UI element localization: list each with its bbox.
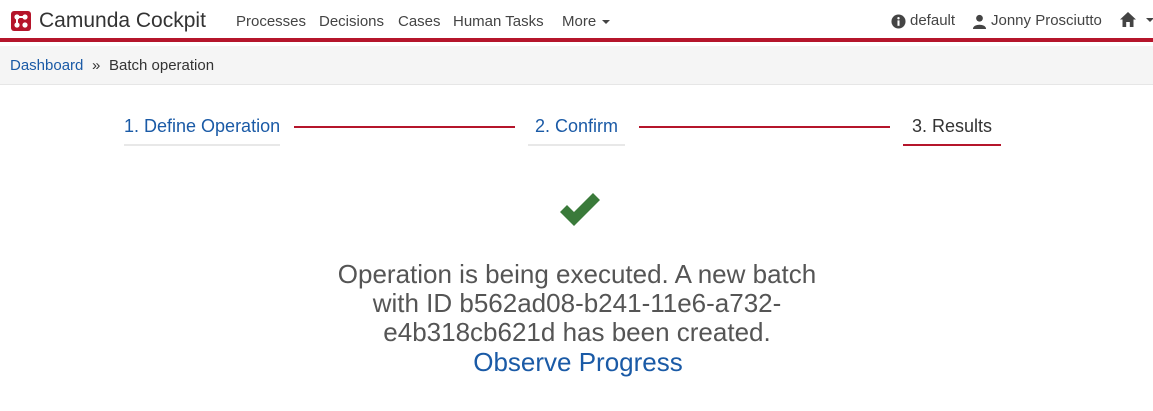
caret-down-icon <box>1146 17 1153 22</box>
user-name: Jonny Prosciutto <box>991 12 1102 29</box>
brand-title: Camunda Cockpit <box>39 9 206 32</box>
step-results: 3. Results <box>903 115 1002 146</box>
nav-cases[interactable]: Cases <box>398 13 441 31</box>
nav-processes[interactable]: Processes <box>236 13 306 31</box>
home-icon <box>1120 12 1136 27</box>
result-message: Operation is being executed. A new batch… <box>337 259 817 347</box>
breadcrumb-current: Batch operation <box>109 57 215 74</box>
top-navbar: Camunda Cockpit Processes Decisions Case… <box>0 0 1153 42</box>
nav-human-tasks[interactable]: Human Tasks <box>453 13 544 31</box>
nav-more-dropdown[interactable]: More <box>562 13 611 31</box>
caret-down-icon <box>602 20 611 25</box>
step-confirm[interactable]: 2. Confirm <box>528 115 626 146</box>
info-circle-icon <box>891 13 906 29</box>
home-menu[interactable] <box>1120 12 1153 27</box>
nav-more-label: More <box>562 13 597 30</box>
user-icon <box>972 14 987 29</box>
engine-selector[interactable]: default <box>891 12 955 30</box>
camunda-logo-icon <box>11 11 31 31</box>
observe-progress-link[interactable]: Observe Progress <box>428 347 728 377</box>
brand[interactable]: Camunda Cockpit <box>11 8 206 34</box>
engine-name: default <box>910 12 956 29</box>
breadcrumb-separator: » <box>92 57 101 74</box>
step-connector <box>639 126 890 128</box>
user-menu[interactable]: Jonny Prosciutto <box>972 12 1102 30</box>
nav-decisions[interactable]: Decisions <box>319 13 384 31</box>
breadcrumb: Dashboard » Batch operation <box>0 46 1153 85</box>
step-connector <box>294 126 515 128</box>
step-define-operation[interactable]: 1. Define Operation <box>124 115 281 146</box>
breadcrumb-dashboard-link[interactable]: Dashboard <box>10 57 83 75</box>
checkmark-icon <box>560 193 600 226</box>
